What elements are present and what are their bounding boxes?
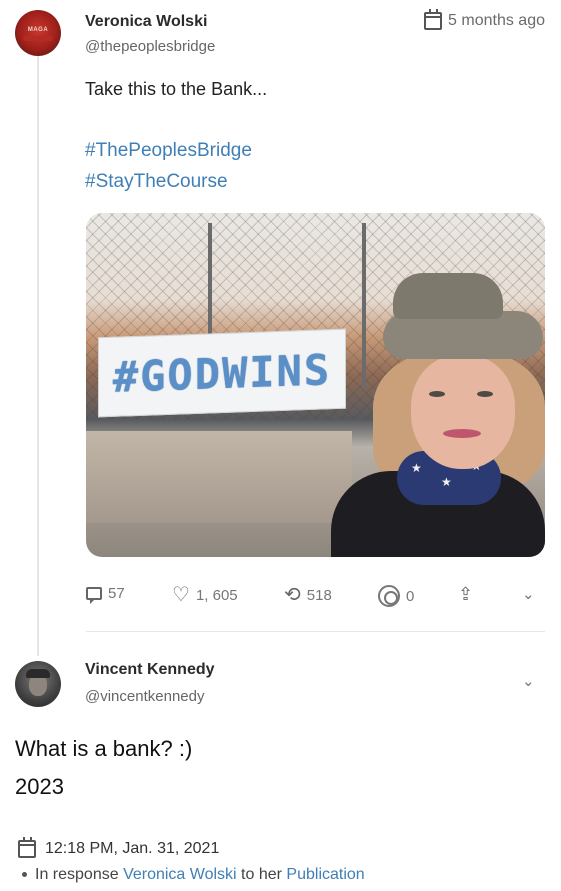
- avatar-vincent[interactable]: [15, 661, 61, 707]
- post-author-handle[interactable]: @thepeoplesbridge: [85, 38, 215, 55]
- like-button[interactable]: ♡ 1, 605: [172, 585, 238, 605]
- avatar-veronica[interactable]: MAGA: [15, 10, 61, 56]
- banner-sign: #GODWINS: [98, 328, 346, 418]
- response-middle: to her: [241, 866, 282, 883]
- tip-count: 0: [406, 587, 415, 605]
- face: [411, 355, 515, 469]
- reply-author-handle[interactable]: @vincentkennedy: [85, 688, 204, 705]
- reply-menu-button[interactable]: ⌄: [522, 672, 535, 690]
- post-actions: 57 ♡ 1, 605 ⟲ 518 0 ⇪ ⌄: [86, 585, 545, 607]
- post-menu-button[interactable]: ⌄: [522, 585, 535, 603]
- tip-icon: [378, 585, 400, 607]
- repost-button[interactable]: ⟲ 518: [284, 585, 332, 605]
- calendar-icon: [424, 9, 443, 30]
- response-note: In response Veronica Wolski to her Publi…: [22, 866, 365, 884]
- reply-timestamp-text: 12:18 PM, Jan. 31, 2021: [45, 840, 220, 857]
- post-text: Take this to the Bank...: [85, 79, 268, 99]
- eye: [477, 391, 493, 397]
- chevron-down-icon: ⌄: [522, 673, 535, 690]
- heart-icon: ♡: [172, 584, 190, 606]
- repost-icon: ⟲: [284, 584, 301, 606]
- tip-button[interactable]: 0: [378, 585, 414, 607]
- cap-logo: MAGA: [27, 27, 49, 33]
- concrete-wall: [86, 431, 353, 523]
- hat-top: [393, 273, 503, 319]
- calendar-icon: [18, 837, 36, 858]
- banner-text: #GODWINS: [112, 344, 332, 402]
- response-prefix: In response: [35, 866, 119, 883]
- share-icon: ⇪: [458, 584, 474, 604]
- post-author-name[interactable]: Veronica Wolski: [85, 13, 207, 31]
- reply-text-line1: What is a bank? :): [15, 736, 193, 761]
- post-time-ago: 5 months ago: [448, 12, 545, 29]
- reply-count: 57: [108, 585, 125, 602]
- share-button[interactable]: ⇪: [458, 585, 473, 603]
- reply-text-line2: 2023: [15, 774, 64, 799]
- lips: [443, 429, 481, 438]
- avatar-hat: [26, 669, 50, 678]
- reply-button[interactable]: 57: [86, 585, 125, 604]
- thread-line: [37, 56, 39, 656]
- scarf-star: ★: [411, 461, 422, 475]
- reply-icon: [86, 587, 102, 604]
- bullet-dot: [22, 872, 27, 878]
- response-user-link[interactable]: Veronica Wolski: [123, 866, 237, 883]
- eye: [429, 391, 445, 397]
- reply-author-name[interactable]: Vincent Kennedy: [85, 661, 215, 679]
- divider: [86, 631, 545, 632]
- scarf-star: ★: [441, 475, 452, 489]
- publication-link[interactable]: Publication: [286, 866, 364, 883]
- repost-count: 518: [306, 586, 332, 604]
- hashtag-staythecourse[interactable]: #StayTheCourse: [85, 171, 228, 193]
- post-image[interactable]: #GODWINS ★ ★ ★: [86, 213, 545, 557]
- chevron-down-icon: ⌄: [522, 586, 535, 603]
- person-selfie: ★ ★ ★: [331, 273, 545, 557]
- post-time: 5 months ago: [424, 9, 545, 30]
- hashtag-thepeoplesbridge[interactable]: #ThePeoplesBridge: [85, 140, 252, 162]
- cap-brim: [23, 36, 53, 41]
- like-count: 1, 605: [195, 586, 238, 604]
- reply-timestamp: 12:18 PM, Jan. 31, 2021: [18, 837, 220, 858]
